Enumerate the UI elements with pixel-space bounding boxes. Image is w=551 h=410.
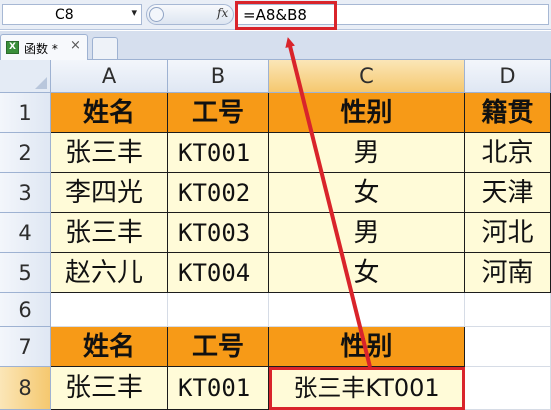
formula-controls: fx — [146, 4, 234, 25]
table1-header-gender[interactable]: 性别 — [269, 93, 465, 133]
name-box-dropdown-icon[interactable]: ▾ — [131, 6, 137, 19]
table1-cell[interactable]: KT001 — [168, 133, 269, 173]
table1-cell[interactable]: KT004 — [168, 253, 269, 293]
table1-cell[interactable]: 女 — [269, 173, 465, 213]
empty-cell[interactable] — [465, 293, 551, 327]
table2-cell-id[interactable]: KT001 — [168, 367, 269, 410]
table1-cell[interactable]: KT003 — [168, 213, 269, 253]
table2-header-name[interactable]: 姓名 — [51, 327, 168, 367]
spreadsheet-window: C8 ▾ fx =A8&B8 X 函数 * × A B C D 1 2 3 4 — [0, 0, 551, 410]
table1-cell[interactable]: 李四光 — [51, 173, 168, 213]
row-header-2[interactable]: 2 — [0, 133, 51, 173]
empty-cell[interactable] — [465, 327, 551, 367]
table1-cell[interactable]: 张三丰 — [51, 213, 168, 253]
row-header-5[interactable]: 5 — [0, 253, 51, 293]
table1-cell[interactable]: 男 — [269, 213, 465, 253]
column-header-a[interactable]: A — [51, 60, 168, 93]
row-header-7[interactable]: 7 — [0, 327, 51, 367]
active-cell-highlight — [269, 367, 465, 410]
empty-cell[interactable] — [51, 293, 168, 327]
new-tab-button[interactable] — [92, 37, 118, 59]
column-header-b[interactable]: B — [168, 60, 269, 93]
table1-cell[interactable]: KT002 — [168, 173, 269, 213]
row-header-4[interactable]: 4 — [0, 213, 51, 253]
close-icon[interactable]: × — [70, 38, 81, 53]
expand-circle-icon[interactable] — [149, 7, 164, 22]
empty-cell[interactable] — [168, 293, 269, 327]
row-header-3[interactable]: 3 — [0, 173, 51, 213]
table1-cell[interactable]: 河北 — [465, 213, 551, 253]
insert-function-icon[interactable]: fx — [217, 6, 228, 20]
table1-cell[interactable]: 女 — [269, 253, 465, 293]
table2-header-gender[interactable]: 性别 — [269, 327, 465, 367]
table2-header-id[interactable]: 工号 — [168, 327, 269, 367]
select-all-corner[interactable] — [0, 60, 51, 93]
table1-header-name[interactable]: 姓名 — [51, 93, 168, 133]
select-all-icon — [35, 77, 47, 89]
empty-cell[interactable] — [269, 293, 465, 327]
table1-cell[interactable]: 男 — [269, 133, 465, 173]
name-box[interactable]: C8 ▾ — [2, 4, 142, 25]
column-header-d[interactable]: D — [465, 60, 551, 93]
table1-cell[interactable]: 天津 — [465, 173, 551, 213]
table1-cell[interactable]: 张三丰 — [51, 133, 168, 173]
formula-bar: C8 ▾ fx =A8&B8 — [0, 0, 551, 30]
table2-cell-name[interactable]: 张三丰 — [51, 367, 168, 410]
row-header-1[interactable]: 1 — [0, 93, 51, 133]
table1-cell[interactable]: 赵六儿 — [51, 253, 168, 293]
table1-header-id[interactable]: 工号 — [168, 93, 269, 133]
column-header-c[interactable]: C — [269, 60, 465, 93]
row-header-6[interactable]: 6 — [0, 293, 51, 327]
table1-header-hometown[interactable]: 籍贯 — [465, 93, 551, 133]
excel-workbook-icon: X — [6, 41, 19, 54]
tab-workbook[interactable]: X 函数 * × — [0, 34, 88, 60]
tab-label: 函数 * — [24, 42, 58, 56]
table1-cell[interactable]: 河南 — [465, 253, 551, 293]
workbook-tab-bar: X 函数 * × — [0, 31, 551, 60]
name-box-value: C8 — [55, 7, 74, 23]
empty-cell[interactable] — [465, 367, 551, 410]
row-header-8[interactable]: 8 — [0, 367, 51, 410]
formula-highlight-box — [235, 1, 337, 30]
table1-cell[interactable]: 北京 — [465, 133, 551, 173]
